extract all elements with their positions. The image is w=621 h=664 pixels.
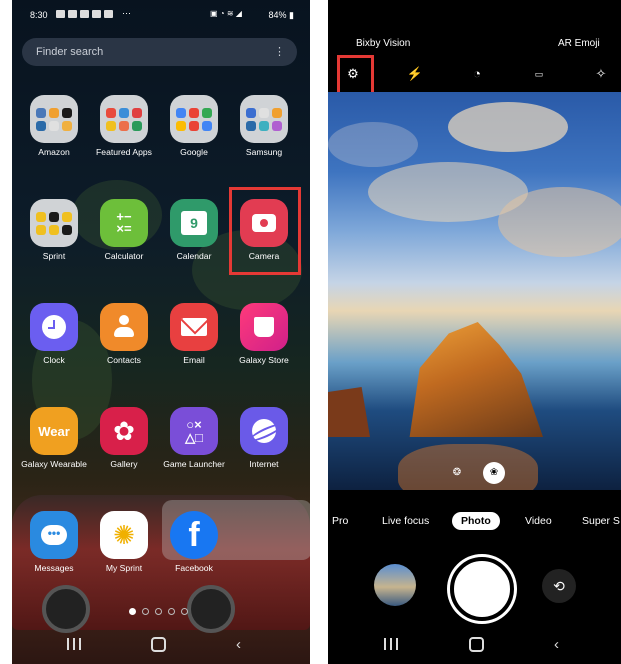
bixby-vision-mode[interactable]: Bixby Vision xyxy=(356,38,410,49)
gallery-thumbnail[interactable] xyxy=(374,564,416,606)
app-internet[interactable]: Internet xyxy=(229,407,299,497)
email-icon xyxy=(170,303,218,351)
app-featured-apps[interactable]: Featured Apps xyxy=(89,95,159,185)
app-clock[interactable]: Clock xyxy=(19,303,89,393)
camera-highlight-box xyxy=(229,187,301,275)
wide-zoom-button[interactable]: ❂ xyxy=(446,462,468,484)
status-bar: 8:30 ⋯ ▣ ◔ ≋ ◢ 84% ▮ xyxy=(12,0,310,28)
app-game-launcher[interactable]: ○× △□ Game Launcher xyxy=(159,407,229,497)
folder-icon xyxy=(170,95,218,143)
app-messages[interactable]: ••• Messages xyxy=(19,511,89,601)
ar-emoji-mode[interactable]: AR Emoji xyxy=(558,38,600,49)
gallery-icon: ✿ xyxy=(100,407,148,455)
game-launcher-icon: ○× △□ xyxy=(170,407,218,455)
search-placeholder: Finder search xyxy=(36,46,104,58)
calculator-icon: +− ×= xyxy=(100,199,148,247)
switch-camera-icon[interactable]: ⟲ xyxy=(542,569,576,603)
google-icon xyxy=(92,10,101,18)
app-samsung[interactable]: Samsung xyxy=(229,95,299,185)
folder-icon xyxy=(240,95,288,143)
settings-highlight-box xyxy=(337,55,374,95)
mode-pro[interactable]: Pro xyxy=(332,515,348,527)
messages-icon: ••• xyxy=(30,511,78,559)
sprint-icon: ✺ xyxy=(100,511,148,559)
app-my-sprint[interactable]: ✺ My Sprint xyxy=(89,511,159,601)
app-gallery[interactable]: ✿ Gallery xyxy=(89,407,159,497)
aspect-ratio-icon[interactable]: ▭ xyxy=(528,63,550,85)
signal-icons: ▣ ◔ ≋ ◢ xyxy=(210,9,242,18)
app-email[interactable]: Email xyxy=(159,303,229,393)
app-google[interactable]: Google xyxy=(159,95,229,185)
home-button[interactable] xyxy=(469,637,484,652)
app-calculator[interactable]: +− ×= Calculator xyxy=(89,199,159,289)
app-facebook[interactable]: f Facebook xyxy=(159,511,229,601)
mode-video[interactable]: Video xyxy=(525,515,552,527)
app-amazon[interactable]: Amazon xyxy=(19,95,89,185)
navigation-bar: ‹ xyxy=(12,630,310,660)
facebook-icon: f xyxy=(170,511,218,559)
battery-percent: 84% xyxy=(268,10,287,20)
status-time: 8:30 xyxy=(30,10,48,20)
zoom-1x-button[interactable]: ❀ xyxy=(483,462,505,484)
camera-screen: Bixby Vision AR Emoji ⚙ ⚡ ◔ ▭ ✧ ❂ ❀ Pro … xyxy=(328,0,621,664)
shutter-button[interactable] xyxy=(450,557,514,621)
app-galaxy-store[interactable]: Galaxy Store xyxy=(229,303,299,393)
filters-wand-icon[interactable]: ✧ xyxy=(590,63,612,85)
back-button[interactable]: ‹ xyxy=(554,636,559,653)
mode-live-focus[interactable]: Live focus xyxy=(382,515,429,527)
notification-icon xyxy=(56,10,65,18)
notification-icon xyxy=(68,10,77,18)
recent-apps-button[interactable] xyxy=(384,638,398,650)
home-button[interactable] xyxy=(151,637,166,652)
navigation-bar: ‹ xyxy=(328,630,621,660)
mode-super-slow[interactable]: Super S xyxy=(582,515,620,527)
home-screen: 8:30 ⋯ ▣ ◔ ≋ ◢ 84% ▮ Finder search ⋮ Ama… xyxy=(12,0,310,664)
app-sprint[interactable]: Sprint xyxy=(19,199,89,289)
camera-viewfinder[interactable] xyxy=(328,92,621,490)
battery-icon: ▮ xyxy=(289,10,294,20)
clock-icon xyxy=(30,303,78,351)
folder-icon xyxy=(30,199,78,247)
more-options-icon[interactable]: ⋮ xyxy=(274,45,285,58)
folder-icon xyxy=(100,95,148,143)
folder-icon xyxy=(30,95,78,143)
rock-arch xyxy=(409,322,543,437)
wear-icon: Wear xyxy=(30,407,78,455)
calendar-icon: 9 xyxy=(170,199,218,247)
app-contacts[interactable]: Contacts xyxy=(89,303,159,393)
internet-icon xyxy=(240,407,288,455)
app-galaxy-wearable[interactable]: Wear Galaxy Wearable xyxy=(19,407,89,497)
more-notifications-icon: ⋯ xyxy=(122,8,131,18)
recent-apps-button[interactable] xyxy=(67,638,81,650)
flash-off-icon[interactable]: ⚡ xyxy=(404,63,426,85)
page-indicator[interactable] xyxy=(129,608,188,615)
notification-icon xyxy=(80,10,89,18)
timer-icon[interactable]: ◔ xyxy=(466,63,488,85)
contacts-icon xyxy=(100,303,148,351)
finder-search-bar[interactable]: Finder search ⋮ xyxy=(22,38,297,66)
app-calendar[interactable]: 9 Calendar xyxy=(159,199,229,289)
galaxy-store-icon xyxy=(240,303,288,351)
gallery-notification-icon xyxy=(104,10,113,18)
back-button[interactable]: ‹ xyxy=(236,636,241,653)
mode-photo[interactable]: Photo xyxy=(452,512,500,530)
